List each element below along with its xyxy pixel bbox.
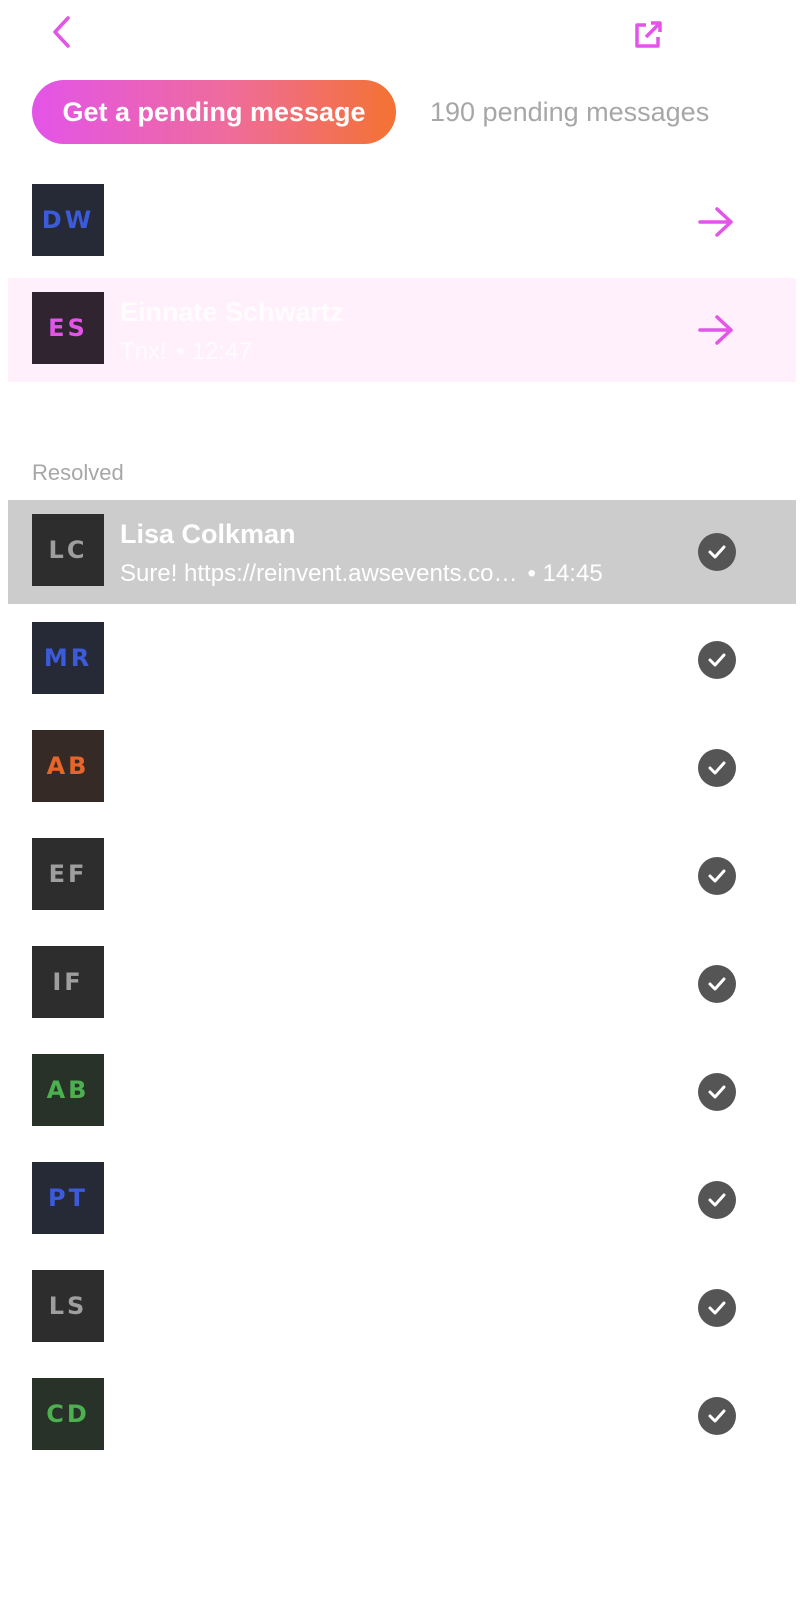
resolved-row[interactable]: EF (8, 824, 796, 928)
avatar: IF (32, 946, 104, 1018)
resolved-check-button[interactable] (698, 749, 736, 787)
action-row: Get a pending message 190 pending messag… (32, 80, 792, 144)
open-conversation-button[interactable] (692, 198, 740, 246)
conversation-row[interactable]: DW (8, 170, 796, 274)
avatar: ES (32, 292, 104, 364)
arrow-right-icon (698, 207, 733, 237)
resolved-section-label: Resolved (32, 460, 124, 485)
checkmark-icon (708, 977, 726, 991)
checkmark-icon (708, 869, 726, 883)
chevron-left-icon (53, 16, 70, 48)
top-bar (0, 0, 800, 70)
get-pending-message-button[interactable]: Get a pending message (32, 80, 396, 144)
checkmark-icon (708, 1193, 726, 1207)
external-link-icon (635, 21, 662, 48)
resolved-row[interactable]: AB (8, 716, 796, 820)
message-time: • 12:47 (176, 338, 252, 365)
resolved-check-button[interactable] (698, 641, 736, 679)
conversation-text: Einnate Schwartz Tnx! • 12:47 (120, 292, 680, 372)
resolved-row[interactable]: AB (8, 1040, 796, 1144)
conversation-text: Lisa Colkman Sure! https://reinvent.awse… (120, 514, 680, 594)
avatar: PT (32, 1162, 104, 1234)
resolved-check-button[interactable] (698, 1073, 736, 1111)
resolved-check-button[interactable] (698, 857, 736, 895)
resolved-row-selected[interactable]: LC Lisa Colkman Sure! https://reinvent.a… (8, 500, 796, 604)
message-summary: Tnx! • 12:47 (120, 332, 680, 372)
resolved-check-button[interactable] (698, 1397, 736, 1435)
message-preview: Tnx! (120, 338, 167, 365)
resolved-row[interactable]: LS (8, 1256, 796, 1360)
arrow-right-icon (698, 315, 733, 345)
resolved-check-button[interactable] (698, 533, 736, 571)
back-button[interactable] (44, 12, 80, 52)
resolved-row[interactable]: PT (8, 1148, 796, 1252)
contact-name: Lisa Colkman (120, 519, 296, 549)
message-preview: Sure! https://reinvent.awsevents.co… (120, 560, 518, 587)
avatar: MR (32, 622, 104, 694)
checkmark-icon (708, 1409, 726, 1423)
resolved-check-button[interactable] (698, 1181, 736, 1219)
resolved-row[interactable]: MR (8, 608, 796, 712)
resolved-row[interactable]: IF (8, 932, 796, 1036)
resolved-check-button[interactable] (698, 965, 736, 1003)
message-summary: Sure! https://reinvent.awsevents.co… • 1… (120, 554, 680, 594)
avatar: LC (32, 514, 104, 586)
checkmark-icon (708, 761, 726, 775)
external-link-button[interactable] (628, 15, 668, 55)
pending-count: 190 pending messages (430, 96, 710, 127)
contact-name: Einnate Schwartz (120, 297, 344, 327)
conversation-row-active[interactable]: ES Einnate Schwartz Tnx! • 12:47 (8, 278, 796, 382)
checkmark-icon (708, 1085, 726, 1099)
resolved-check-button[interactable] (698, 1289, 736, 1327)
resolved-row[interactable]: CD (8, 1364, 796, 1468)
avatar: AB (32, 730, 104, 802)
avatar: CD (32, 1378, 104, 1450)
avatar: DW (32, 184, 104, 256)
open-conversation-button[interactable] (692, 306, 740, 354)
avatar: LS (32, 1270, 104, 1342)
avatar: AB (32, 1054, 104, 1126)
checkmark-icon (708, 1301, 726, 1315)
message-time: • 14:45 (527, 560, 603, 587)
avatar: EF (32, 838, 104, 910)
checkmark-icon (708, 545, 726, 559)
checkmark-icon (708, 653, 726, 667)
